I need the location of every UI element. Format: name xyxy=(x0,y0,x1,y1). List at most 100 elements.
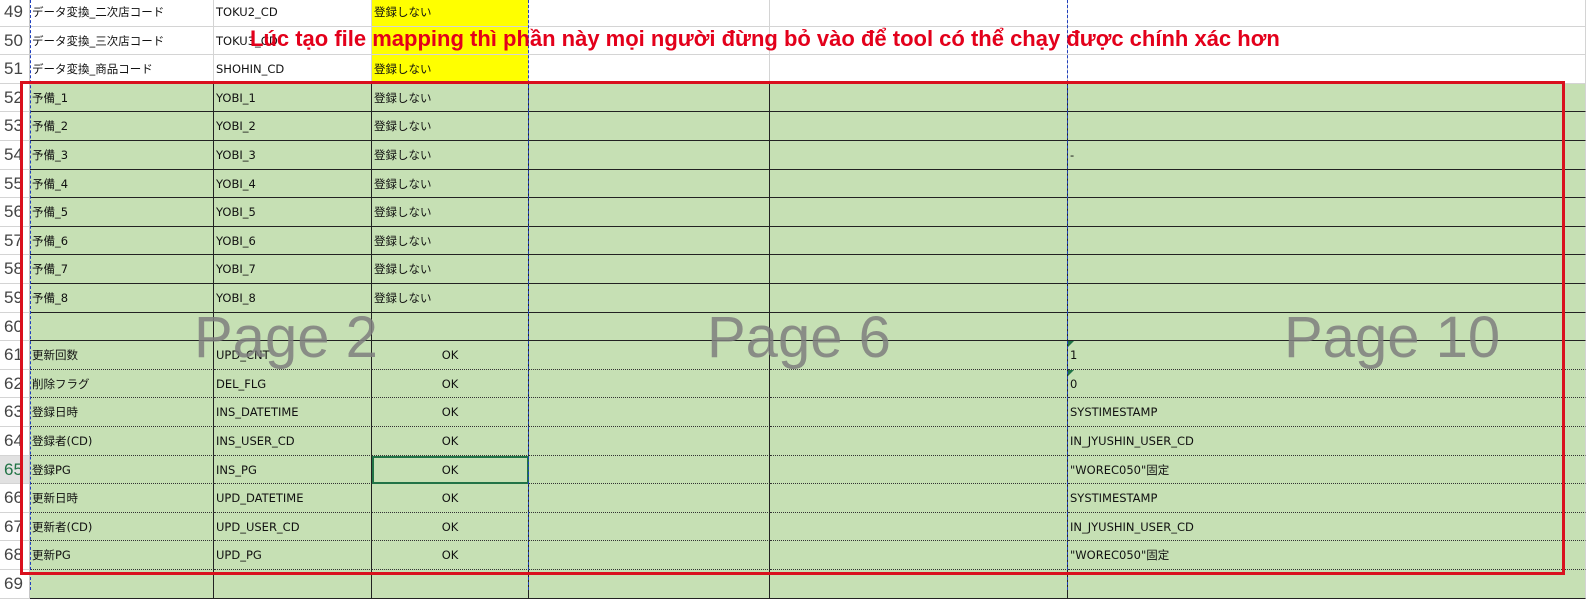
cell-c3[interactable]: 登録しない xyxy=(372,55,529,84)
cell-c2[interactable]: YOBI_7 xyxy=(214,255,372,284)
cell-c3[interactable]: OK xyxy=(372,369,529,399)
cell-c3[interactable]: 登録しない xyxy=(372,198,529,227)
cell-c1[interactable]: 更新回数 xyxy=(30,341,214,370)
error-indicator-icon[interactable] xyxy=(1068,369,1074,376)
cell-c3[interactable]: OK xyxy=(372,341,529,370)
cell-c6[interactable] xyxy=(1068,198,1586,227)
cell-c4[interactable] xyxy=(529,455,770,485)
cell-c4[interactable] xyxy=(529,541,770,570)
cell-c4[interactable] xyxy=(529,0,770,27)
row-header[interactable]: 53 xyxy=(0,112,30,141)
error-indicator-icon[interactable] xyxy=(1068,341,1074,348)
cell-c4[interactable] xyxy=(529,55,770,84)
cell-c3[interactable]: 登録しない xyxy=(372,83,529,113)
cell-c6[interactable]: - xyxy=(1068,141,1586,170)
cell-c3[interactable]: 登録しない xyxy=(372,226,529,256)
cell-c1[interactable]: 更新者(CD) xyxy=(30,512,214,542)
cell-c3[interactable]: OK xyxy=(372,541,529,570)
row-header[interactable]: 62 xyxy=(0,369,30,399)
cell-c1[interactable]: データ変換_二次店コード xyxy=(30,0,214,27)
cell-c4[interactable] xyxy=(529,427,770,456)
cell-c2[interactable]: YOBI_1 xyxy=(214,83,372,113)
cell-c6[interactable] xyxy=(1068,83,1586,113)
cell-c5[interactable] xyxy=(770,369,1068,399)
cell-c4[interactable] xyxy=(529,398,770,427)
row-header[interactable]: 61 xyxy=(0,341,30,370)
cell-c5[interactable] xyxy=(770,427,1068,456)
row-header[interactable]: 54 xyxy=(0,141,30,170)
cell-c3[interactable]: 登録しない xyxy=(372,255,529,284)
cell-c1[interactable]: 予備_2 xyxy=(30,112,214,141)
row-header[interactable]: 65 xyxy=(0,455,30,485)
cell-c1[interactable]: 削除フラグ xyxy=(30,369,214,399)
cell-c5[interactable] xyxy=(770,83,1068,113)
cell-c2[interactable] xyxy=(214,312,372,342)
cell-c5[interactable] xyxy=(770,255,1068,284)
cell-c6[interactable] xyxy=(1068,112,1586,141)
cell-c4[interactable] xyxy=(529,341,770,370)
row-header[interactable]: 51 xyxy=(0,55,30,84)
cell-c1[interactable]: 更新日時 xyxy=(30,484,214,513)
cell-c1[interactable]: 予備_1 xyxy=(30,83,214,113)
row-header[interactable]: 64 xyxy=(0,427,30,456)
cell-c5[interactable] xyxy=(770,112,1068,141)
cell-c2[interactable]: INS_PG xyxy=(214,455,372,485)
cell-c2[interactable]: YOBI_3 xyxy=(214,141,372,170)
cell-c2[interactable]: INS_DATETIME xyxy=(214,398,372,427)
cell-c5[interactable] xyxy=(770,455,1068,485)
cell-c1[interactable]: データ変換_商品コード xyxy=(30,55,214,84)
cell-c6[interactable] xyxy=(1068,226,1586,256)
cell-c2[interactable]: INS_USER_CD xyxy=(214,427,372,456)
cell-c5[interactable] xyxy=(770,0,1068,27)
cell-c6[interactable] xyxy=(1068,284,1586,313)
cell-c2[interactable]: UPD_CNT xyxy=(214,341,372,370)
cell-c1[interactable] xyxy=(30,570,214,599)
cell-c4[interactable] xyxy=(529,284,770,313)
cell-c6[interactable]: 0 xyxy=(1068,369,1586,399)
cell-c3[interactable]: 登録しない xyxy=(372,0,529,27)
cell-c1[interactable]: 登録日時 xyxy=(30,398,214,427)
cell-c4[interactable] xyxy=(529,512,770,542)
cell-c6[interactable] xyxy=(1068,312,1586,342)
row-header[interactable]: 59 xyxy=(0,284,30,313)
cell-c6[interactable] xyxy=(1068,570,1586,599)
cell-c6[interactable]: IN_JYUSHIN_USER_CD xyxy=(1068,512,1586,542)
cell-c4[interactable] xyxy=(529,112,770,141)
cell-c3[interactable]: OK xyxy=(372,398,529,427)
cell-c6[interactable]: 1 xyxy=(1068,341,1586,370)
cell-c4[interactable] xyxy=(529,198,770,227)
cell-c6[interactable]: SYSTIMESTAMP xyxy=(1068,398,1586,427)
row-header[interactable]: 66 xyxy=(0,484,30,513)
cell-c5[interactable] xyxy=(770,570,1068,599)
cell-c5[interactable] xyxy=(770,198,1068,227)
cell-c2[interactable]: UPD_PG xyxy=(214,541,372,570)
cell-c6[interactable]: SYSTIMESTAMP xyxy=(1068,484,1586,513)
cell-c6[interactable] xyxy=(1068,255,1586,284)
cell-c5[interactable] xyxy=(770,541,1068,570)
cell-c6[interactable] xyxy=(1068,55,1586,84)
cell-c4[interactable] xyxy=(529,226,770,256)
cell-c4[interactable] xyxy=(529,83,770,113)
cell-c1[interactable] xyxy=(30,312,214,342)
cell-c2[interactable]: TOKU2_CD xyxy=(214,0,372,27)
cell-c6[interactable]: "WOREC050"固定 xyxy=(1068,541,1586,570)
cell-c2[interactable] xyxy=(214,570,372,599)
cell-c2[interactable]: YOBI_8 xyxy=(214,284,372,313)
row-header[interactable]: 63 xyxy=(0,398,30,427)
cell-c5[interactable] xyxy=(770,398,1068,427)
cell-c3[interactable]: OK xyxy=(372,427,529,456)
cell-c2[interactable]: YOBI_2 xyxy=(214,112,372,141)
cell-c1[interactable]: 予備_4 xyxy=(30,169,214,199)
cell-c2[interactable]: YOBI_5 xyxy=(214,198,372,227)
cell-c1[interactable]: データ変換_三次店コード xyxy=(30,26,214,56)
row-header[interactable]: 58 xyxy=(0,255,30,284)
cell-c2[interactable]: DEL_FLG xyxy=(214,369,372,399)
row-header[interactable]: 49 xyxy=(0,0,30,27)
cell-c5[interactable] xyxy=(770,484,1068,513)
row-header[interactable]: 68 xyxy=(0,541,30,570)
row-header[interactable]: 57 xyxy=(0,226,30,256)
cell-c3[interactable]: OK xyxy=(372,484,529,513)
cell-c6[interactable]: "WOREC050"固定 xyxy=(1068,455,1586,485)
cell-c5[interactable] xyxy=(770,312,1068,342)
row-header[interactable]: 52 xyxy=(0,83,30,113)
